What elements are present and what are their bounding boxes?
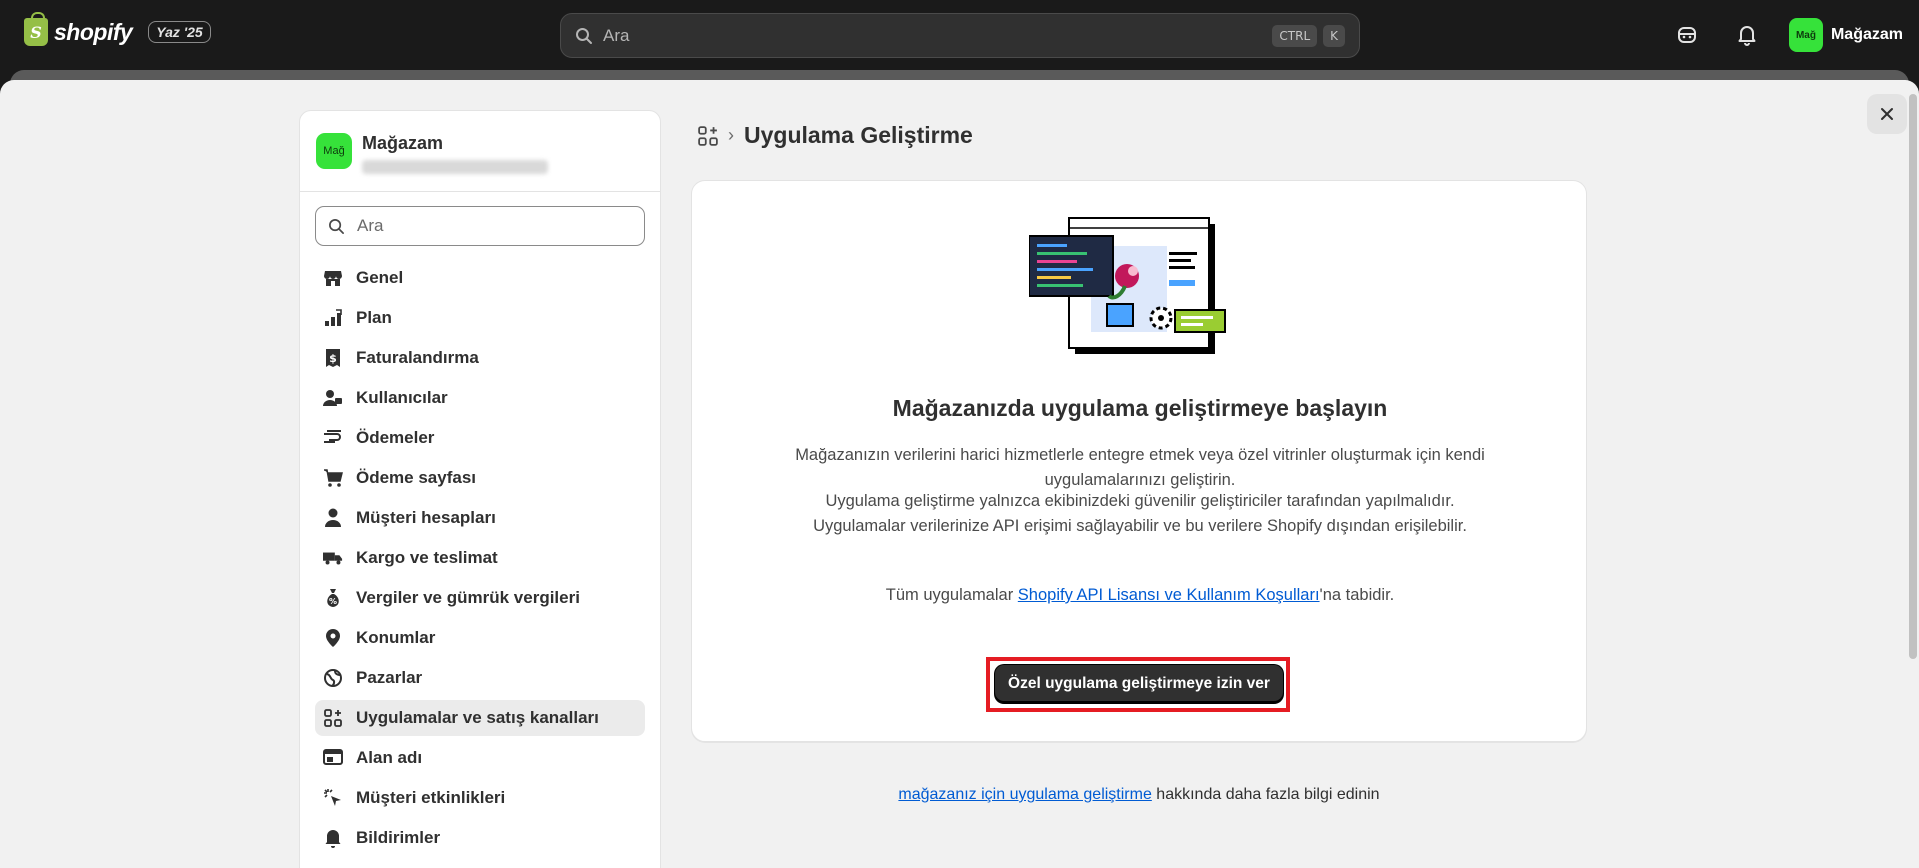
location-icon <box>323 628 343 648</box>
globe-icon <box>323 668 343 688</box>
plan-icon <box>323 308 343 328</box>
tax-icon: % <box>323 588 343 608</box>
app-development-card: Mağazanızda uygulama geliştirmeye başlay… <box>691 180 1587 742</box>
app-development-illustration <box>1028 216 1229 361</box>
sidebar-item-label: Vergiler ve gümrük vergileri <box>356 588 580 607</box>
cart-icon <box>323 468 343 488</box>
sidebar-item-kullanicilar[interactable]: Kullanıcılar <box>315 380 645 416</box>
sidebar-item-vergiler[interactable]: % Vergiler ve gümrük vergileri <box>315 580 645 616</box>
sidebar-item-label: Kullanıcılar <box>356 388 448 407</box>
chevron-right-icon: › <box>728 125 734 145</box>
close-icon <box>1881 108 1893 120</box>
search-placeholder: Ara <box>603 25 630 45</box>
cursor-icon <box>323 788 343 808</box>
store-email-redacted <box>362 160 548 174</box>
bell-icon <box>323 828 343 848</box>
sidebar-item-label: Pazarlar <box>356 668 423 687</box>
terms-link[interactable]: Shopify API Lisansı ve Kullanım Koşullar… <box>1018 586 1320 604</box>
sidebar-item-label: Faturalandırma <box>356 348 479 367</box>
store-name: Mağazam <box>1830 26 1903 43</box>
allow-custom-app-development-button[interactable]: Özel uygulama geliştirmeye izin ver <box>995 665 1283 703</box>
sidebar-item-label: Ödemeler <box>356 428 435 447</box>
page-title: Uygulama Geliştirme <box>744 122 973 148</box>
avatar: Mağ <box>1788 18 1823 52</box>
apps-icon <box>323 708 343 728</box>
sidebar-item-kargo[interactable]: Kargo ve teslimat <box>315 540 645 576</box>
domain-icon <box>323 748 343 768</box>
store-header: Mağ Mağazam <box>300 111 660 192</box>
sidebar-item-alan-adi[interactable]: Alan adı <box>315 740 645 776</box>
terms-suffix: 'na tabidir. <box>1319 586 1395 604</box>
shortcut-k: K <box>1323 24 1345 47</box>
payments-icon <box>323 428 343 448</box>
sidebar-item-label: Genel <box>356 268 404 287</box>
sidebar-item-label: Müşteri hesapları <box>356 508 496 527</box>
sidebar-item-bildirimler[interactable]: Bildirimler <box>315 820 645 856</box>
person-icon <box>323 508 343 528</box>
sidebar-item-konumlar[interactable]: Konumlar <box>315 620 645 656</box>
edition-badge[interactable]: Yaz '25 <box>148 21 211 43</box>
learn-more-link[interactable]: mağazanız için uygulama geliştirme <box>898 786 1151 803</box>
sidebar-item-label: Ödeme sayfası <box>356 468 477 487</box>
sidebar-item-label: Bildirimler <box>356 828 441 847</box>
terms-prefix: Tüm uygulamalar <box>885 586 1018 604</box>
shopify-bag-icon: S <box>24 12 48 46</box>
global-search-input[interactable]: Ara CTRL K <box>560 13 1360 58</box>
sidebar-item-label: Plan <box>356 308 392 327</box>
breadcrumb: › Uygulama Geliştirme <box>698 122 973 149</box>
sidebar-item-faturalandirma[interactable]: $ Faturalandırma <box>315 340 645 376</box>
warning-paragraph: Uygulama geliştirme yalnızca ekibinizdek… <box>813 492 1467 535</box>
settings-sidebar: Mağ Mağazam Ara Genel Plan $ Faturalandı… <box>299 110 661 868</box>
top-bar: S shopify Yaz '25 Ara CTRL K Mağ Mağazam <box>0 0 1919 70</box>
sidebar-item-musteri-etkinlikleri[interactable]: Müşteri etkinlikleri <box>315 780 645 816</box>
avatar: Mağ <box>316 133 352 169</box>
scrollbar[interactable] <box>1909 94 1917 659</box>
sidebar-item-label: Alan adı <box>356 748 423 767</box>
learn-more-suffix: hakkında daha fazla bilgi edinin <box>1151 786 1380 803</box>
sidebar-item-musteri-hesaplari[interactable]: Müşteri hesapları <box>315 500 645 536</box>
truck-icon <box>323 548 343 568</box>
users-icon <box>323 388 343 408</box>
sidebar-item-pazarlar[interactable]: Pazarlar <box>315 660 645 696</box>
search-icon <box>329 218 344 234</box>
shortcut-ctrl: CTRL <box>1272 24 1318 47</box>
search-icon <box>575 27 593 45</box>
sidebar-item-odeme-sayfasi[interactable]: Ödeme sayfası <box>315 460 645 496</box>
sidebar-item-label: Kargo ve teslimat <box>356 548 498 567</box>
sidebar-item-uygulamalar[interactable]: Uygulamalar ve satış kanalları <box>315 700 645 736</box>
store-name: Mağazam <box>362 133 444 153</box>
card-title: Mağazanızda uygulama geliştirmeye başlay… <box>892 395 1388 421</box>
search-placeholder: Ara <box>357 216 384 235</box>
sidebar-item-odemeler[interactable]: Ödemeler <box>315 420 645 456</box>
store-menu-button[interactable]: Mağ Mağazam <box>1788 18 1903 52</box>
billing-icon: $ <box>323 348 343 368</box>
settings-search-input[interactable]: Ara <box>315 206 645 246</box>
logo-text: shopify <box>54 18 133 45</box>
sidebar-item-label: Müşteri etkinlikleri <box>356 788 506 807</box>
sidekick-icon[interactable] <box>1669 17 1705 53</box>
sidebar-item-plan[interactable]: Plan <box>315 300 645 336</box>
store-icon <box>323 268 343 288</box>
apps-icon[interactable] <box>698 125 718 146</box>
intro-paragraph: Mağazanızın verilerini harici hizmetlerl… <box>795 446 1485 489</box>
learn-more-text: mağazanız için uygulama geliştirme hakkı… <box>691 786 1587 804</box>
svg-text:%: % <box>329 597 337 606</box>
settings-modal: Mağ Mağazam Ara Genel Plan $ Faturalandı… <box>0 80 1919 868</box>
sidebar-item-label: Uygulamalar ve satış kanalları <box>356 708 599 727</box>
sidebar-item-label: Konumlar <box>356 628 436 647</box>
bell-icon[interactable] <box>1729 17 1765 53</box>
shopify-logo[interactable]: S shopify Yaz '25 <box>24 12 211 46</box>
terms-paragraph: Tüm uygulamalar Shopify API Lisansı ve K… <box>790 583 1490 608</box>
close-button[interactable] <box>1867 94 1907 134</box>
svg-text:$: $ <box>329 352 337 365</box>
sidebar-item-genel[interactable]: Genel <box>315 260 645 296</box>
